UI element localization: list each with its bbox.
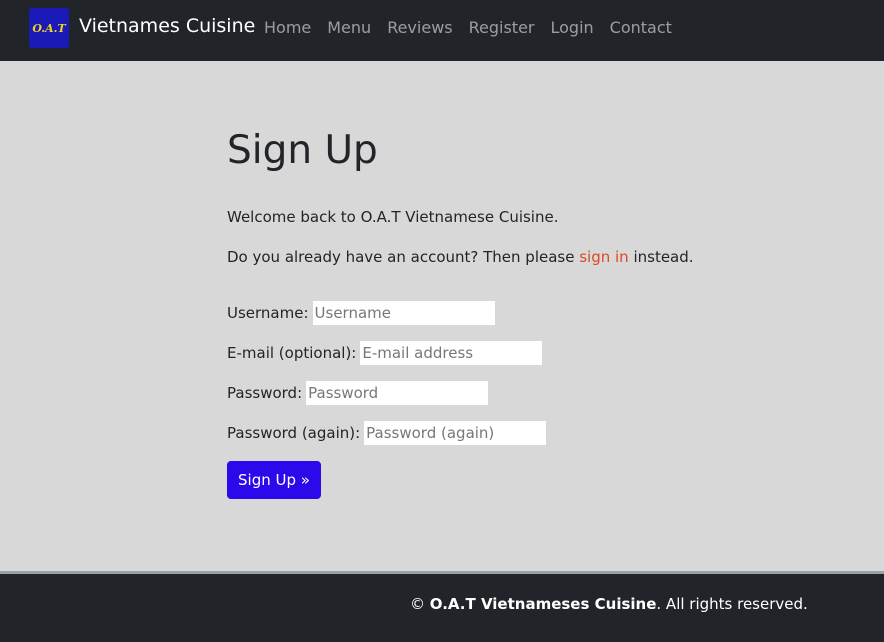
username-label: Username: — [227, 304, 309, 322]
username-input[interactable] — [312, 301, 495, 325]
nav-reviews[interactable]: Reviews — [387, 17, 452, 39]
password-label: Password: — [227, 384, 303, 402]
password-again-row: Password (again): — [227, 421, 547, 445]
password-row: Password: — [227, 381, 489, 405]
copyright-symbol: © — [410, 595, 430, 613]
main-content: Sign Up Welcome back to O.A.T Vietnamese… — [0, 61, 884, 571]
page-title: Sign Up — [227, 128, 378, 173]
nav-login[interactable]: Login — [550, 17, 593, 39]
nav-home[interactable]: Home — [264, 17, 311, 39]
logo-text: O.A.T — [32, 21, 66, 35]
site-logo[interactable]: O.A.T — [29, 8, 69, 48]
nav-register[interactable]: Register — [469, 17, 535, 39]
password-input[interactable] — [306, 381, 489, 405]
sign-up-button[interactable]: Sign Up » — [227, 461, 321, 499]
email-input[interactable] — [360, 341, 543, 365]
account-prompt-prefix: Do you already have an account? Then ple… — [227, 248, 580, 266]
footer-rights: . All rights reserved. — [656, 595, 808, 613]
nav-menu[interactable]: Menu — [327, 17, 371, 39]
main-nav: Home Menu Reviews Register Login Contact — [264, 17, 688, 39]
account-prompt-suffix: instead. — [628, 248, 694, 266]
nav-contact[interactable]: Contact — [610, 17, 672, 39]
email-label: E-mail (optional): — [227, 344, 357, 362]
welcome-text: Welcome back to O.A.T Vietnamese Cuisine… — [227, 208, 559, 226]
sign-in-link[interactable]: sign in — [579, 248, 628, 266]
footer-copyright: © O.A.T Vietnameses Cuisine. All rights … — [410, 594, 808, 614]
navbar: O.A.T Vietnames Cuisine Home Menu Review… — [0, 0, 884, 61]
username-row: Username: — [227, 301, 495, 325]
password-again-label: Password (again): — [227, 424, 361, 442]
email-row: E-mail (optional): — [227, 341, 543, 365]
footer-company: O.A.T Vietnameses Cuisine — [429, 595, 657, 613]
account-prompt: Do you already have an account? Then ple… — [227, 247, 694, 267]
brand-name[interactable]: Vietnames Cuisine — [79, 13, 255, 39]
footer: © O.A.T Vietnameses Cuisine. All rights … — [0, 574, 884, 642]
password-again-input[interactable] — [364, 421, 547, 445]
